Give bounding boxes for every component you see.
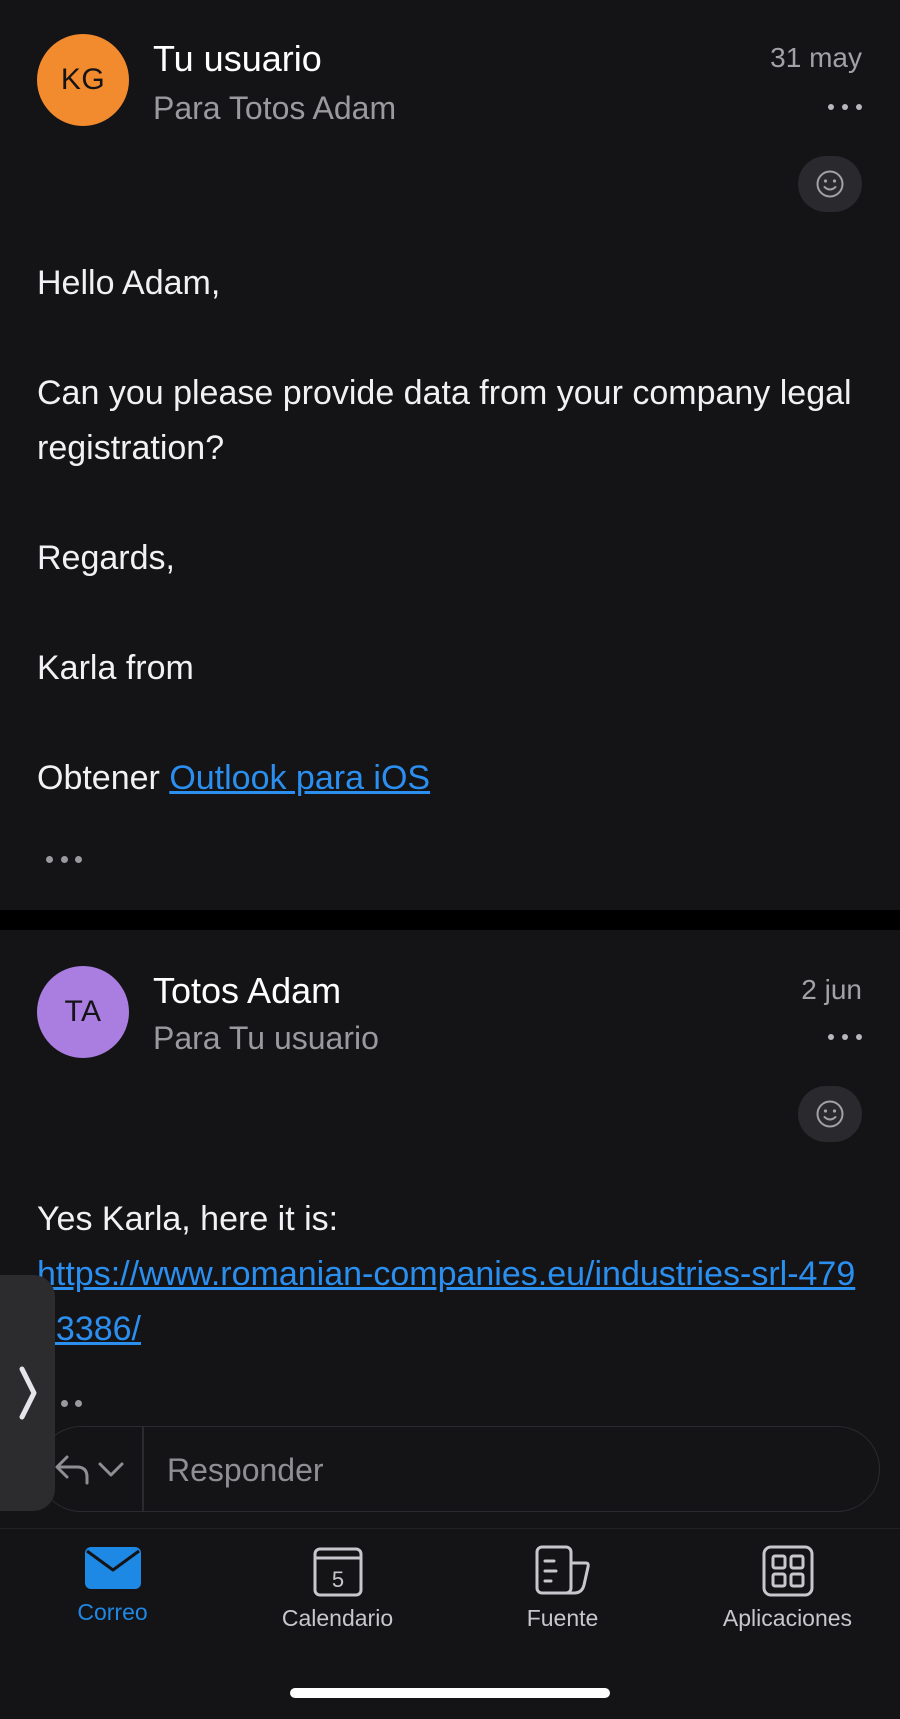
reaction-button[interactable] [798,156,862,212]
side-panel-toggle[interactable] [0,1275,55,1511]
mail-icon [84,1547,141,1589]
line-break: https://www.romanian-companies.eu/indust… [37,1247,863,1357]
tab-label: Aplicaciones [722,1605,853,1631]
show-quoted-text-button[interactable] [46,856,82,864]
sender-avatar[interactable]: KG [37,34,129,126]
message-body: Yes Karla, here it is: https://www.roman… [37,1192,863,1357]
apps-icon [762,1545,813,1597]
reaction-button[interactable] [798,1086,862,1142]
recipient-line[interactable]: Para Tu usuario [153,1020,379,1057]
message-date: 31 may [770,42,862,73]
home-indicator[interactable] [290,1688,610,1698]
sender-name[interactable]: Totos Adam [153,970,341,1012]
greeting-text: Hello Adam, [37,264,221,302]
reply-divider [142,1427,144,1511]
message-body: Hello Adam, Can you please provide data … [37,256,863,806]
tab-label: Correo [77,1599,148,1625]
tab-label: Fuente [526,1605,599,1631]
feed-icon [535,1545,590,1595]
signature-text: Karla from [37,649,194,687]
tab-fuente[interactable]: Fuente [450,1545,675,1632]
regards-text: Regards, [37,539,175,577]
calendar-day: 5 [331,1567,343,1592]
tab-label: Calendario [281,1605,394,1631]
tab-calendario[interactable]: 5 Calendario [225,1545,450,1632]
reply-icon[interactable] [53,1453,93,1487]
smiley-icon [816,1100,844,1128]
chevron-down-icon[interactable] [97,1461,125,1479]
sender-avatar[interactable]: TA [37,966,129,1058]
tab-correo[interactable]: Correo [0,1545,225,1626]
reply-bar [38,1426,880,1512]
footer-prefix: Obtener [37,759,160,797]
more-options-icon[interactable] [828,101,862,113]
recipient-line[interactable]: Para Totos Adam [153,90,396,127]
body-paragraph: Can you please provide data from your co… [37,374,852,467]
footer-line: Obtener Outlook para iOS [37,751,863,806]
company-registration-link[interactable]: https://www.romanian-companies.eu/indust… [37,1255,855,1348]
more-options-icon[interactable] [828,1031,862,1043]
calendar-icon: 5 [313,1547,362,1597]
message-date: 2 jun [801,974,862,1005]
outlook-ios-link[interactable]: Outlook para iOS [169,759,430,797]
smiley-icon [816,170,844,198]
chevron-right-icon [19,1366,36,1420]
tab-aplicaciones[interactable]: Aplicaciones [675,1545,900,1632]
message-card-1: KG Tu usuario Para Totos Adam 31 may Hel… [0,0,900,910]
sender-name[interactable]: Tu usuario [153,38,322,80]
body-paragraph: Yes Karla, here it is: [37,1200,339,1238]
reply-input[interactable] [165,1443,849,1497]
